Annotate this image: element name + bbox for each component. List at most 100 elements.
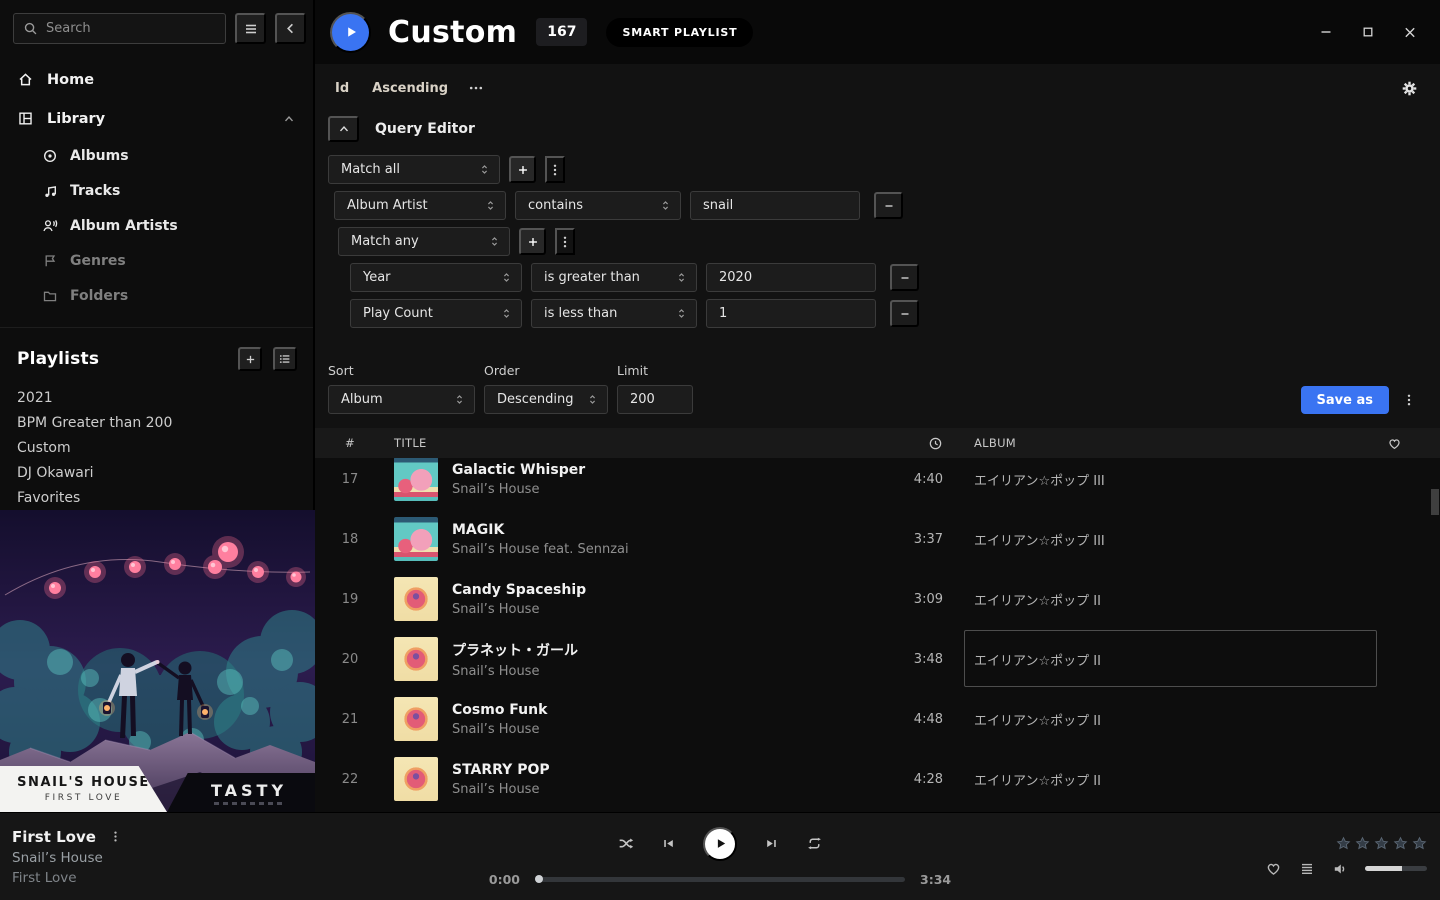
- track-row[interactable]: 19 Candy Spaceship Snail’s House 3:09 エイ…: [315, 569, 1440, 629]
- track-row[interactable]: 20 プラネット・ガール Snail’s House 3:48 エイリアン☆ポッ…: [315, 629, 1440, 689]
- track-row[interactable]: 22 STARRY POP Snail’s House 4:28 エイリアン☆ポ…: [315, 749, 1440, 809]
- rule-field-select[interactable]: Year: [350, 263, 522, 292]
- favorite-button[interactable]: [1265, 860, 1282, 877]
- track-number: 20: [315, 652, 385, 667]
- nav-back-button[interactable]: [275, 13, 306, 44]
- add-playlist-button[interactable]: [238, 347, 262, 371]
- more-options-icon[interactable]: [468, 80, 484, 96]
- progress-bar[interactable]: [535, 877, 905, 882]
- track-row[interactable]: 18 MAGIK Snail’s House feat. Sennzai 3:3…: [315, 509, 1440, 569]
- kebab-icon[interactable]: [109, 830, 122, 843]
- minimize-button[interactable]: [1318, 24, 1334, 40]
- elapsed-time: 0:00: [489, 872, 520, 887]
- album-cover-thumbnail: [394, 637, 438, 681]
- search-box[interactable]: [13, 13, 226, 44]
- shuffle-button[interactable]: [617, 835, 634, 852]
- play-icon: [343, 24, 359, 40]
- star-icon[interactable]: [1412, 836, 1427, 851]
- track-number: 17: [315, 472, 385, 487]
- play-pause-button[interactable]: [703, 827, 737, 861]
- track-list: 17 Galactic Whisper Snail’s House 4:40 エ…: [315, 458, 1440, 812]
- playlist-item[interactable]: BPM Greater than 200: [17, 410, 297, 435]
- chevron-updown-icon: [488, 235, 501, 248]
- volume-icon[interactable]: [1332, 861, 1348, 877]
- star-icon[interactable]: [1374, 836, 1389, 851]
- previous-button[interactable]: [661, 836, 676, 851]
- sidebar-item-albums[interactable]: Albums: [42, 138, 313, 173]
- sidebar-item-folders[interactable]: Folders: [42, 278, 313, 313]
- column-header-title[interactable]: TITLE: [385, 436, 895, 450]
- track-artist: Snail’s House: [452, 602, 586, 617]
- minus-icon: [898, 307, 912, 321]
- track-artist: Snail’s House: [452, 782, 550, 797]
- remove-rule-button[interactable]: [874, 192, 903, 219]
- repeat-button[interactable]: [806, 835, 823, 852]
- search-input[interactable]: [46, 21, 216, 36]
- column-header-duration[interactable]: [895, 436, 955, 451]
- collapse-query-editor-button[interactable]: [328, 116, 359, 142]
- track-row[interactable]: 21 Cosmo Funk Snail’s House 4:48 エイリアン☆ポ…: [315, 689, 1440, 749]
- sort-field-control[interactable]: Id: [335, 81, 349, 96]
- star-icon[interactable]: [1336, 836, 1351, 851]
- play-playlist-button[interactable]: [330, 12, 371, 53]
- track-row[interactable]: 17 Galactic Whisper Snail’s House 4:40 エ…: [315, 458, 1440, 509]
- group-menu-button[interactable]: [545, 156, 565, 183]
- order-select[interactable]: Descending: [484, 385, 608, 414]
- playlist-item[interactable]: Custom: [17, 435, 297, 460]
- now-playing-album-art[interactable]: SNAIL'S HOUSE FIRST LOVE TASTY: [0, 510, 315, 812]
- playlists-header: Playlists: [17, 349, 99, 369]
- rule-field-select[interactable]: Play Count: [350, 299, 522, 328]
- rule-value-input[interactable]: [690, 191, 860, 220]
- playlist-item[interactable]: Favorites: [17, 485, 297, 510]
- star-icon[interactable]: [1393, 836, 1408, 851]
- rule-value-input[interactable]: [706, 263, 876, 292]
- track-title: Candy Spaceship: [452, 582, 586, 598]
- query-editor: Query Editor Match all Album Artist: [315, 112, 1440, 335]
- sidebar-item-library[interactable]: Library: [0, 99, 313, 138]
- sort-select[interactable]: Album: [328, 385, 475, 414]
- remove-rule-button[interactable]: [890, 264, 919, 291]
- heart-icon[interactable]: [1387, 436, 1402, 451]
- match-mode-select[interactable]: Match all: [328, 155, 500, 184]
- rule-operator-select[interactable]: contains: [515, 191, 681, 220]
- add-rule-button[interactable]: [519, 228, 546, 255]
- app-window: Home Library Albums Tracks: [0, 0, 1440, 900]
- track-title: STARRY POP: [452, 762, 550, 778]
- maximize-button[interactable]: [1360, 24, 1376, 40]
- chevron-up-icon[interactable]: [282, 112, 296, 126]
- rule-field-select[interactable]: Album Artist: [334, 191, 506, 220]
- gear-icon[interactable]: [1401, 80, 1418, 97]
- query-rule: Album Artist contains: [334, 191, 1440, 220]
- add-rule-button[interactable]: [509, 156, 536, 183]
- playlist-menu-button[interactable]: [273, 347, 297, 371]
- sidebar-item-genres[interactable]: Genres: [42, 243, 313, 278]
- kebab-icon[interactable]: [1398, 386, 1420, 414]
- track-duration: 4:28: [895, 772, 955, 787]
- playlist-item[interactable]: 2021: [17, 385, 297, 410]
- column-header-number[interactable]: #: [315, 436, 385, 450]
- sidebar-item-album-artists[interactable]: Album Artists: [42, 208, 313, 243]
- rule-value-input[interactable]: [706, 299, 876, 328]
- scrollbar-thumb[interactable]: [1431, 489, 1439, 515]
- menu-button[interactable]: [235, 13, 266, 44]
- column-header-album[interactable]: ALBUM: [955, 436, 1440, 451]
- rule-operator-select[interactable]: is greater than: [531, 263, 697, 292]
- next-button[interactable]: [764, 836, 779, 851]
- save-as-button[interactable]: Save as: [1301, 386, 1389, 414]
- remove-rule-button[interactable]: [890, 300, 919, 327]
- group-menu-button[interactable]: [555, 228, 575, 255]
- sort-direction-control[interactable]: Ascending: [372, 81, 448, 96]
- match-mode-select[interactable]: Match any: [338, 227, 510, 256]
- queue-button[interactable]: [1299, 861, 1315, 877]
- sidebar-item-label: Folders: [70, 288, 128, 304]
- star-icon[interactable]: [1355, 836, 1370, 851]
- volume-slider[interactable]: [1365, 866, 1427, 871]
- limit-input[interactable]: [617, 385, 693, 414]
- main-panel: Custom 167 SMART PLAYLIST Id Ascending: [315, 0, 1440, 812]
- playlist-item[interactable]: DJ Okawari: [17, 460, 297, 485]
- rule-operator-select[interactable]: is less than: [531, 299, 697, 328]
- sidebar-item-tracks[interactable]: Tracks: [42, 173, 313, 208]
- sidebar-item-home[interactable]: Home: [0, 60, 313, 99]
- close-button[interactable]: [1402, 24, 1418, 40]
- progress-handle[interactable]: [535, 875, 543, 883]
